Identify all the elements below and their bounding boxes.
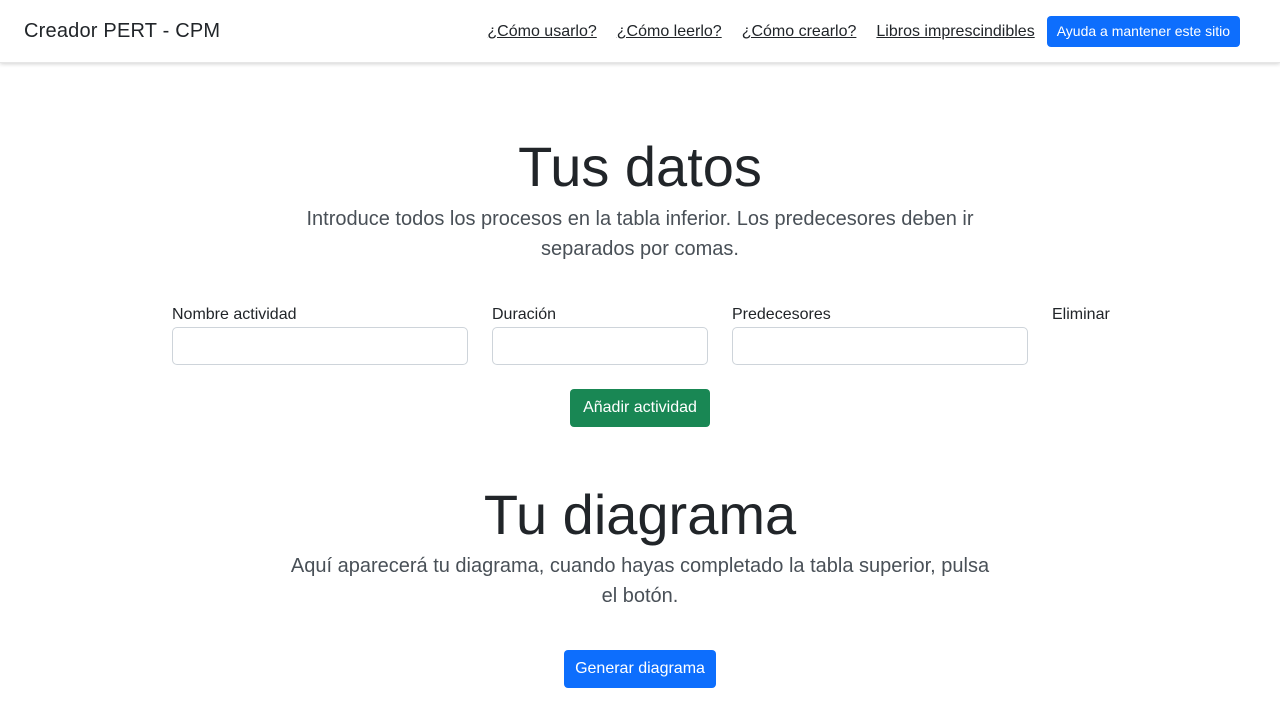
delete-label: Eliminar — [1052, 306, 1110, 323]
data-lead-line-2: separados por comas. — [541, 238, 739, 260]
diagram-section-title: Tu diagrama — [483, 483, 797, 546]
duration-input[interactable] — [492, 327, 708, 365]
add-activity-button[interactable]: Añadir actividad — [570, 389, 710, 427]
support-site-button[interactable]: Ayuda a mantener este sitio — [1046, 16, 1240, 47]
nav-link-essential-books[interactable]: Libros imprescindibles — [876, 16, 1034, 47]
data-section-title: Tus datos — [518, 135, 762, 198]
diagram-lead-line-1: Aquí aparecerá tu diagrama, cuando hayas… — [290, 555, 990, 577]
nav-links: ¿Cómo usarlo? ¿Cómo leerlo? ¿Cómo crearl… — [487, 16, 1240, 47]
brand-title[interactable]: Creador PERT - CPM — [24, 20, 220, 43]
predecessors-label: Predecesores — [732, 306, 831, 323]
top-navbar: Creador PERT - CPM ¿Cómo usarlo? ¿Cómo l… — [0, 0, 1280, 63]
activity-name-input[interactable] — [172, 327, 468, 365]
predecessors-input[interactable] — [732, 327, 1028, 365]
generate-diagram-button[interactable]: Generar diagrama — [564, 650, 716, 688]
data-lead-line-1: Introduce todos los procesos en la tabla… — [306, 208, 974, 230]
nav-link-how-to-read[interactable]: ¿Cómo leerlo? — [617, 16, 722, 47]
data-section-lead: Introduce todos los procesos en la tabla… — [290, 204, 990, 264]
activity-name-label: Nombre actividad — [172, 306, 297, 323]
duration-label: Duración — [492, 306, 557, 323]
diagram-lead-line-2: el botón. — [601, 585, 679, 607]
nav-link-how-to-create[interactable]: ¿Cómo crearlo? — [742, 16, 857, 47]
diagram-section-lead: Aquí aparecerá tu diagrama, cuando hayas… — [280, 551, 1000, 611]
nav-link-how-to-use[interactable]: ¿Cómo usarlo? — [487, 16, 596, 47]
